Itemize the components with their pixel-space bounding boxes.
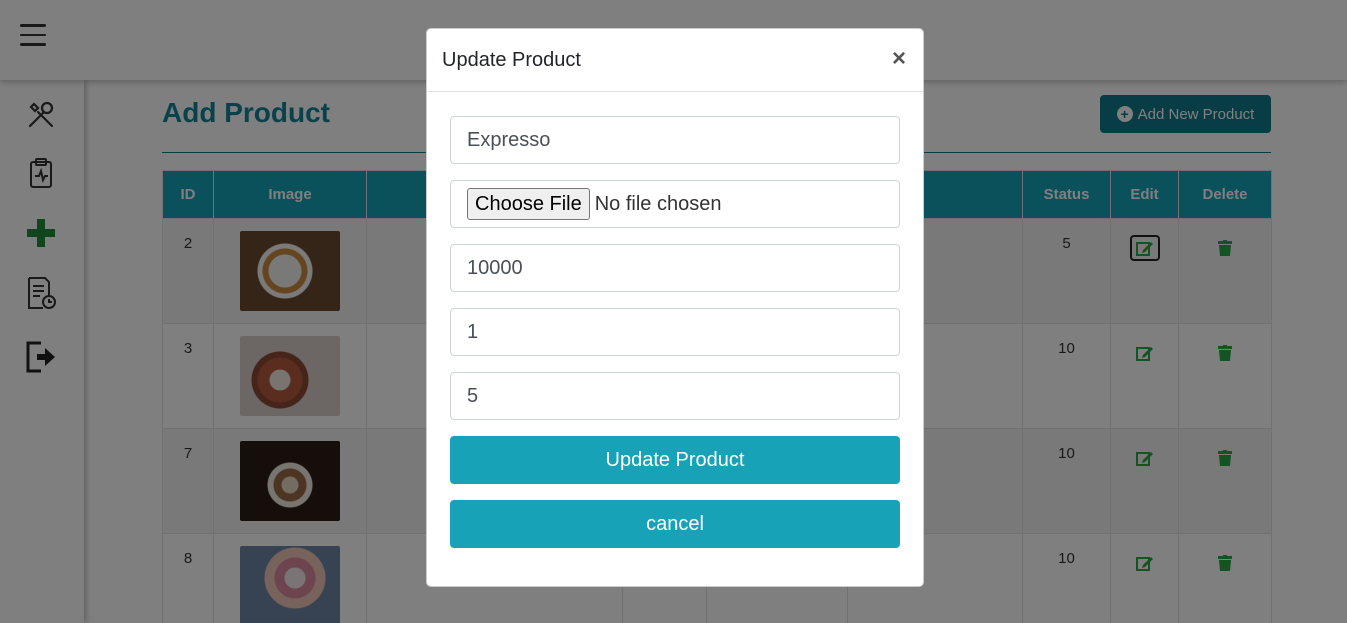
image-file-input[interactable]: Choose File No file chosen (450, 180, 900, 228)
close-icon[interactable]: × (892, 45, 906, 73)
update-product-modal: Update Product × Choose File No file cho… (426, 28, 924, 587)
file-status-text: No file chosen (594, 192, 722, 215)
product-name-input[interactable] (450, 116, 900, 164)
modal-title: Update Product (442, 49, 581, 71)
status-input[interactable] (450, 372, 900, 420)
update-product-button[interactable]: Update Product (450, 436, 900, 484)
category-input[interactable] (450, 308, 900, 356)
price-input[interactable] (450, 244, 900, 292)
choose-file-button[interactable]: Choose File (467, 188, 590, 220)
cancel-button[interactable]: cancel (450, 500, 900, 548)
modal-header: Update Product × (427, 29, 923, 92)
